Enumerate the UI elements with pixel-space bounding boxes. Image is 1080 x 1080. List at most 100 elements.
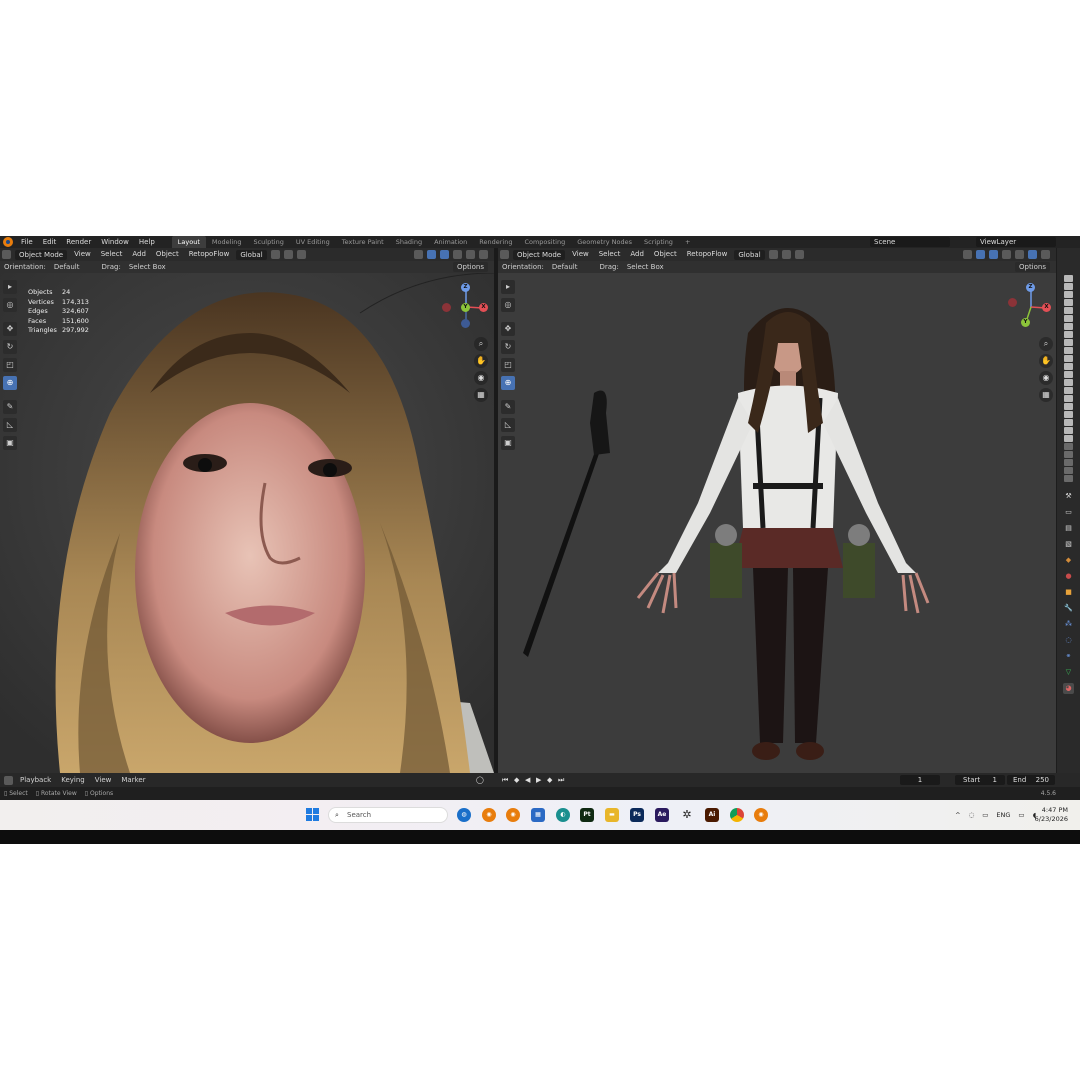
modifier-properties-icon[interactable]: 🔧 [1063, 603, 1074, 614]
timeline-menu-marker[interactable]: Marker [116, 773, 150, 787]
tray-app-icon[interactable]: ◌ [965, 811, 979, 819]
visibility-toggle-icon[interactable] [1064, 395, 1073, 402]
scene-selector[interactable]: Scene [870, 237, 950, 247]
after-effects-app-icon[interactable]: Ae [655, 808, 669, 822]
tab-scripting[interactable]: Scripting [638, 236, 679, 248]
pivot-icon[interactable] [270, 250, 280, 259]
tab-sculpting[interactable]: Sculpting [247, 236, 289, 248]
menu-edit[interactable]: Edit [38, 236, 62, 248]
menu-view[interactable]: View [567, 248, 594, 261]
transform-orientation-dropdown[interactable]: Global [236, 249, 267, 260]
annotate-tool-icon[interactable]: ✎ [3, 400, 17, 414]
gizmo-toggle-icon[interactable] [427, 250, 436, 259]
menu-file[interactable]: File [16, 236, 38, 248]
retopoflow-menu[interactable]: RetopoFlow [184, 248, 235, 261]
gizmo-toggle-icon[interactable] [976, 250, 985, 259]
cursor-tool-icon[interactable]: ◎ [3, 298, 17, 312]
annotate-tool-icon[interactable]: ✎ [501, 400, 515, 414]
move-tool-icon[interactable]: ✥ [501, 322, 515, 336]
gizmo-z-axis[interactable]: Z [461, 283, 470, 292]
windows-start-icon[interactable] [306, 808, 320, 822]
visibility-toggle-icon[interactable] [1064, 299, 1073, 306]
menu-select[interactable]: Select [96, 248, 128, 261]
chrome-app-icon[interactable] [730, 808, 744, 822]
editor-type-icon[interactable] [2, 250, 11, 259]
illustrator-app-icon[interactable]: Ai [705, 808, 719, 822]
visibility-toggle-icon[interactable] [1064, 427, 1073, 434]
view-layer-properties-icon[interactable]: ▧ [1063, 539, 1074, 550]
edge-app-icon[interactable]: ◐ [556, 808, 570, 822]
pan-hand-icon[interactable]: ✋ [1039, 354, 1053, 368]
visibility-icon[interactable] [963, 250, 972, 259]
zoom-icon[interactable]: ⌕ [1039, 337, 1053, 351]
shading-rendered-icon[interactable] [1041, 250, 1050, 259]
overlay-toggle-icon[interactable] [440, 250, 449, 259]
zbrush-app-icon[interactable]: ✲ [680, 808, 694, 822]
menu-add[interactable]: Add [127, 248, 151, 261]
snap-icon[interactable] [781, 250, 791, 259]
viewport-left[interactable]: Object Mode View Select Add Object Retop… [0, 248, 494, 773]
visibility-toggle-icon[interactable] [1064, 411, 1073, 418]
gizmo-neg-x-axis[interactable] [1008, 298, 1017, 307]
pan-hand-icon[interactable]: ✋ [474, 354, 488, 368]
shading-rendered-icon[interactable] [479, 250, 488, 259]
rotate-tool-icon[interactable]: ↻ [3, 340, 17, 354]
render-properties-icon[interactable]: ▭ [1063, 507, 1074, 518]
menu-select[interactable]: Select [594, 248, 626, 261]
xray-icon[interactable] [1002, 250, 1011, 259]
options-button[interactable]: Options [1014, 262, 1050, 272]
view-layer-selector[interactable]: ViewLayer [976, 237, 1056, 247]
timeline-menu-playback[interactable]: Playback [15, 773, 56, 787]
gizmo-y-axis[interactable]: Y [461, 303, 470, 312]
options-button[interactable]: Options [452, 262, 488, 272]
perspective-grid-icon[interactable]: ▦ [474, 388, 488, 402]
browser-app-icon[interactable]: ◍ [457, 808, 471, 822]
retopoflow-menu[interactable]: RetopoFlow [682, 248, 733, 261]
rotate-tool-icon[interactable]: ↻ [501, 340, 515, 354]
visibility-toggle-icon[interactable] [1064, 315, 1073, 322]
visibility-toggle-icon[interactable] [1064, 451, 1073, 458]
tab-geometry-nodes[interactable]: Geometry Nodes [571, 236, 638, 248]
visibility-toggle-icon[interactable] [1064, 443, 1073, 450]
orientation-value[interactable]: Default [548, 261, 582, 273]
transform-tool-icon[interactable]: ⊕ [501, 376, 515, 390]
taskbar-search-input[interactable]: ⌕ Search [328, 807, 448, 823]
transform-orientation-dropdown[interactable]: Global [734, 249, 765, 260]
keyboard-icon[interactable]: ▭ [978, 811, 992, 819]
gizmo-neg-x-axis[interactable] [442, 303, 451, 312]
select-tool-icon[interactable]: ▸ [3, 280, 17, 294]
visibility-toggle-icon[interactable] [1064, 475, 1073, 482]
visibility-toggle-icon[interactable] [1064, 363, 1073, 370]
visibility-toggle-icon[interactable] [1064, 339, 1073, 346]
editor-type-icon[interactable] [500, 250, 509, 259]
physics-properties-icon[interactable]: ◌ [1063, 635, 1074, 646]
menu-render[interactable]: Render [61, 236, 96, 248]
perspective-grid-icon[interactable]: ▦ [1039, 388, 1053, 402]
object-properties-icon[interactable]: ■ [1063, 587, 1074, 598]
jump-start-icon[interactable]: ⏮ [502, 775, 508, 785]
menu-add[interactable]: Add [625, 248, 649, 261]
add-cube-tool-icon[interactable]: ▣ [501, 436, 515, 450]
menu-window[interactable]: Window [96, 236, 134, 248]
visibility-icon[interactable] [414, 250, 423, 259]
tab-uv-editing[interactable]: UV Editing [290, 236, 336, 248]
gizmo-x-axis[interactable]: X [1042, 303, 1051, 312]
substance-painter-app-icon[interactable]: Pt [580, 808, 594, 822]
tab-modeling[interactable]: Modeling [206, 236, 248, 248]
next-keyframe-icon[interactable]: ◆ [547, 775, 552, 785]
gizmo-z-axis[interactable]: Z [1026, 283, 1035, 292]
prev-keyframe-icon[interactable]: ◆ [514, 775, 519, 785]
xray-icon[interactable] [453, 250, 462, 259]
snap-icon[interactable] [283, 250, 293, 259]
add-workspace-button[interactable]: + [679, 236, 696, 248]
gizmo-y-axis[interactable]: Y [1021, 318, 1030, 327]
gizmo-neg-z-axis[interactable] [461, 319, 470, 328]
zoom-icon[interactable]: ⌕ [474, 337, 488, 351]
tab-animation[interactable]: Animation [428, 236, 473, 248]
visibility-toggle-icon[interactable] [1064, 291, 1073, 298]
drag-value[interactable]: Select Box [125, 261, 170, 273]
visibility-toggle-icon[interactable] [1064, 435, 1073, 442]
output-properties-icon[interactable]: ▤ [1063, 523, 1074, 534]
tool-properties-icon[interactable]: ⚒ [1063, 491, 1074, 502]
visibility-toggle-icon[interactable] [1064, 347, 1073, 354]
